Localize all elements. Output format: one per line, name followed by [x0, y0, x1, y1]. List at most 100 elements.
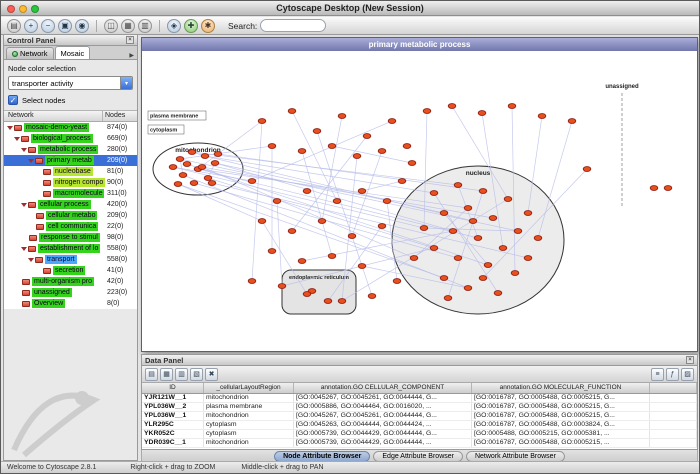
tab-mosaic[interactable]: Mosaic — [55, 46, 91, 59]
table-cell[interactable]: YLR295C — [142, 421, 204, 429]
graph-node[interactable] — [288, 109, 296, 114]
graph-node[interactable] — [388, 119, 396, 124]
graph-edge[interactable] — [252, 121, 392, 181]
graph-node[interactable] — [338, 299, 346, 304]
graph-node[interactable] — [464, 286, 472, 291]
tree-header-network-col[interactable]: Network — [4, 111, 103, 121]
tree-item[interactable]: cellular metabo209(0) — [4, 210, 137, 221]
graph-node[interactable] — [479, 276, 487, 281]
zoom-in-icon[interactable]: + — [24, 19, 38, 33]
table-row[interactable]: YJR121W__1mitochondrion[GO:0045267, GO:0… — [142, 394, 697, 403]
graph-node[interactable] — [514, 229, 522, 234]
network-canvas[interactable]: nucleusmitochondrionendoplasmic reticulu… — [142, 51, 697, 351]
graph-node[interactable] — [479, 189, 487, 194]
graph-node[interactable] — [208, 181, 216, 186]
column-header[interactable] — [650, 383, 697, 393]
column-header[interactable]: annotation.GO CELLULAR_COMPONENT — [294, 383, 472, 393]
table-cell[interactable]: [GO:0005886, GO:0044464, GO:0016020, ... — [294, 403, 472, 411]
table-cell[interactable]: [GO:0045263, GO:0044444, GO:0044424, ... — [294, 421, 472, 429]
tree-item[interactable]: multi-organism pro42(0) — [4, 276, 137, 287]
table-cell[interactable]: [GO:0005739, GO:0044429, GO:0044444, ... — [294, 439, 472, 447]
graph-node[interactable] — [403, 144, 411, 149]
trash-icon[interactable]: ✖ — [205, 368, 218, 381]
graph-node[interactable] — [183, 162, 191, 167]
tree-item[interactable]: macromolecule311(0) — [4, 188, 137, 199]
graph-node[interactable] — [494, 291, 502, 296]
graph-node[interactable] — [248, 279, 256, 284]
graph-node[interactable] — [440, 211, 448, 216]
graph-node[interactable] — [318, 219, 326, 224]
graph-node[interactable] — [524, 256, 532, 261]
graph-node[interactable] — [664, 186, 672, 191]
tree-header-nodes-col[interactable]: Nodes — [103, 111, 137, 121]
graph-node[interactable] — [420, 226, 428, 231]
save-session-icon[interactable]: ▤ — [7, 19, 21, 33]
table-cell[interactable]: [GO:0005488, GO:0005215, GO:0005381, ... — [472, 430, 650, 438]
expander-icon[interactable] — [21, 203, 27, 207]
graph-node[interactable] — [398, 179, 406, 184]
expander-icon[interactable] — [21, 247, 27, 251]
table-cell[interactable]: [GO:0045267, GO:0045261, GO:0044444, G..… — [294, 412, 472, 420]
expander-icon[interactable] — [28, 159, 34, 163]
graph-node[interactable] — [258, 119, 266, 124]
maximize-window-button[interactable] — [31, 5, 39, 13]
graph-node[interactable] — [454, 256, 462, 261]
table-cell[interactable]: plasma membrane — [204, 403, 294, 411]
control-panel-close-icon[interactable]: × — [126, 36, 134, 44]
tab-edge-attribute-browser[interactable]: Edge Attribute Browser — [373, 451, 463, 462]
table-cell[interactable]: mitochondrion — [204, 439, 294, 447]
expander-icon[interactable] — [7, 126, 13, 130]
table-row[interactable]: YPL036W__2plasma membrane[GO:0005886, GO… — [142, 403, 697, 412]
graph-node[interactable] — [508, 104, 516, 109]
graph-node[interactable] — [288, 229, 296, 234]
match-attributes-icon[interactable]: ▧ — [190, 368, 203, 381]
graph-node[interactable] — [328, 144, 336, 149]
tree-item[interactable]: biological_process669(0) — [4, 133, 137, 144]
tree-item[interactable]: unassigned223(0) — [4, 287, 137, 298]
tab-node-attribute-browser[interactable]: Node Attribute Browser — [274, 451, 370, 462]
graph-node[interactable] — [338, 114, 346, 119]
tree-item[interactable]: transport558(0) — [4, 254, 137, 265]
graph-node[interactable] — [410, 256, 418, 261]
delete-attribute-icon[interactable]: ▥ — [175, 368, 188, 381]
graph-node[interactable] — [449, 229, 457, 234]
graph-node[interactable] — [478, 111, 486, 116]
graph-node[interactable] — [408, 161, 416, 166]
expander-icon[interactable] — [21, 148, 27, 152]
graph-node[interactable] — [454, 183, 462, 188]
graph-node[interactable] — [169, 165, 177, 170]
table-cell[interactable]: [GO:0016787, GO:0005488, GO:0005215, ... — [472, 439, 650, 447]
import-table-icon[interactable]: ▨ — [681, 368, 694, 381]
expander-icon[interactable] — [14, 137, 20, 141]
graph-edge[interactable] — [252, 121, 262, 281]
graph-node[interactable] — [201, 154, 209, 159]
select-nodes-checkbox[interactable]: ✓ — [8, 95, 18, 105]
tree-item[interactable]: cell communica22(0) — [4, 221, 137, 232]
expander-icon[interactable] — [28, 258, 34, 262]
graph-node[interactable] — [268, 249, 276, 254]
graph-node[interactable] — [504, 197, 512, 202]
select-attributes-icon[interactable]: ▤ — [145, 368, 158, 381]
table-cell[interactable]: mitochondrion — [204, 394, 294, 402]
create-attribute-icon[interactable]: ▦ — [160, 368, 173, 381]
graph-node[interactable] — [190, 181, 198, 186]
table-row[interactable]: YKR052Ccytoplasm[GO:0005739, GO:0044429,… — [142, 430, 697, 439]
tab-overflow-button[interactable]: ▶ — [126, 52, 137, 59]
graph-node[interactable] — [568, 119, 576, 124]
column-header[interactable]: annotation.GO MOLECULAR_FUNCTION — [472, 383, 650, 393]
graph-node[interactable] — [268, 144, 276, 149]
plugins-icon[interactable]: ✱ — [201, 19, 215, 33]
tree-item[interactable]: mosaic-demo-yeast874(0) — [4, 122, 137, 133]
function-builder-icon[interactable]: ƒ — [666, 368, 679, 381]
table-cell[interactable]: [GO:0016787, GO:0005488, GO:0005215, G..… — [472, 412, 650, 420]
table-cell[interactable]: YKR052C — [142, 430, 204, 438]
tree-item[interactable]: Overview8(0) — [4, 298, 137, 309]
network-view-title[interactable]: primary metabolic process — [142, 38, 697, 51]
graph-node[interactable] — [524, 211, 532, 216]
zoom-selected-icon[interactable]: ◉ — [75, 19, 89, 33]
tree-item[interactable]: establishment of lo558(0) — [4, 243, 137, 254]
graph-node[interactable] — [538, 114, 546, 119]
graph-node[interactable] — [368, 294, 376, 299]
table-cell[interactable]: YJR121W__1 — [142, 394, 204, 402]
graph-node[interactable] — [298, 259, 306, 264]
